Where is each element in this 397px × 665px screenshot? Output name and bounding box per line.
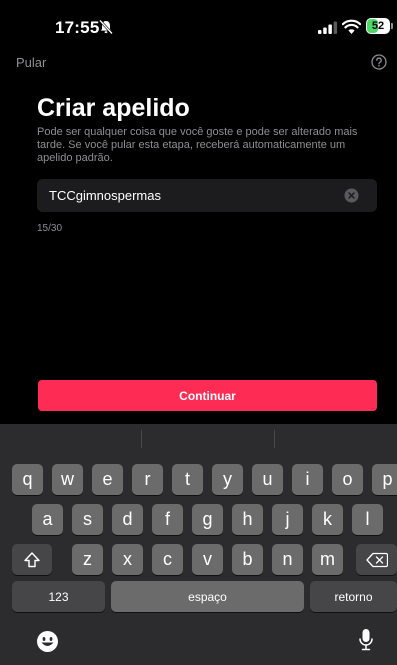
key-d[interactable]: d	[112, 504, 143, 535]
keyboard: qwertyuiop asdfghjkl zxcvbnm 123 espaço re…	[0, 424, 397, 665]
key-k[interactable]: k	[312, 504, 343, 535]
clear-icon[interactable]	[344, 188, 359, 203]
key-x[interactable]: x	[112, 544, 143, 575]
key-j[interactable]: j	[272, 504, 303, 535]
key-o[interactable]: o	[332, 464, 363, 495]
key-i[interactable]: i	[292, 464, 323, 495]
key-m[interactable]: m	[312, 544, 343, 575]
bell-slash-icon	[99, 19, 113, 35]
key-b[interactable]: b	[232, 544, 263, 575]
key-r[interactable]: r	[132, 464, 163, 495]
backspace-icon	[365, 552, 388, 567]
page-description: Pode ser qualquer coisa que você goste e…	[37, 126, 358, 164]
battery-level: 52	[371, 20, 385, 32]
key-q[interactable]: q	[12, 464, 43, 495]
key-p[interactable]: p	[372, 464, 397, 495]
key-u[interactable]: u	[252, 464, 283, 495]
continue-button[interactable]: Continuar	[38, 380, 377, 411]
question-circle-icon[interactable]	[371, 54, 387, 70]
key-f[interactable]: f	[152, 504, 183, 535]
page-title: Criar apelido	[37, 94, 190, 122]
shift-key[interactable]	[12, 544, 52, 575]
nickname-field[interactable]	[37, 179, 377, 212]
key-v[interactable]: v	[192, 544, 223, 575]
key-a[interactable]: a	[32, 504, 63, 535]
key-t[interactable]: t	[172, 464, 203, 495]
numbers-key[interactable]: 123	[12, 581, 105, 612]
keyboard-bottom-bar	[0, 622, 397, 665]
key-e[interactable]: e	[92, 464, 123, 495]
key-w[interactable]: w	[52, 464, 83, 495]
nickname-input[interactable]	[49, 179, 339, 212]
key-c[interactable]: c	[152, 544, 183, 575]
backspace-key[interactable]	[356, 544, 397, 575]
return-key[interactable]: retorno	[310, 581, 397, 612]
key-h[interactable]: h	[232, 504, 263, 535]
signal-icon	[318, 21, 338, 34]
status-time: 17:55	[55, 18, 100, 37]
key-z[interactable]: z	[72, 544, 103, 575]
key-n[interactable]: n	[272, 544, 303, 575]
key-g[interactable]: g	[192, 504, 223, 535]
char-count: 15/30	[37, 223, 63, 234]
key-y[interactable]: y	[212, 464, 243, 495]
emoji-icon[interactable]	[36, 630, 59, 653]
suggestion-bar	[0, 424, 397, 457]
skip-link[interactable]: Pular	[16, 55, 46, 70]
battery-icon: 52	[366, 18, 393, 34]
space-key[interactable]: espaço	[111, 581, 304, 612]
key-s[interactable]: s	[72, 504, 103, 535]
key-l[interactable]: l	[352, 504, 383, 535]
shift-icon	[24, 551, 40, 567]
microphone-icon[interactable]	[359, 628, 373, 652]
suggestion-divider	[141, 430, 142, 448]
wifi-icon	[342, 19, 361, 34]
status-bar: 17:55 52	[0, 0, 397, 52]
suggestion-divider	[274, 430, 275, 448]
